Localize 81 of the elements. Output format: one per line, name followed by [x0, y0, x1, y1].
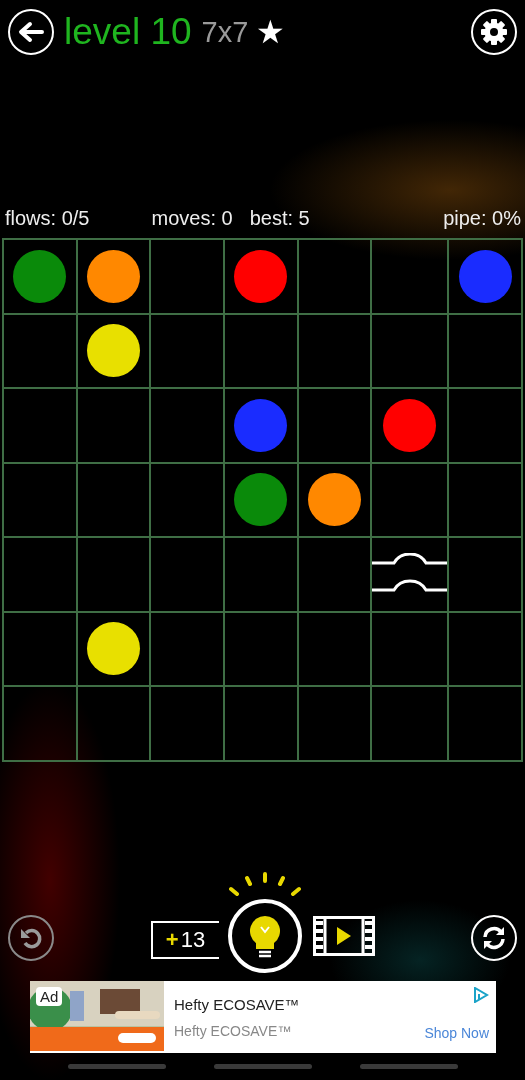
board-cell[interactable] — [448, 537, 522, 612]
board-cell[interactable] — [3, 313, 77, 388]
board-cell[interactable] — [76, 313, 151, 388]
hint-count-button[interactable]: +13 — [150, 921, 219, 959]
moves-counter: moves: 0 — [151, 206, 233, 230]
board-cell[interactable] — [297, 686, 372, 761]
pipe-percentage: pipe: 0% — [443, 206, 521, 230]
ad-choices-icon — [473, 987, 489, 1003]
nav-handle[interactable] — [359, 1064, 458, 1069]
board-cell[interactable] — [448, 239, 522, 314]
board-cell[interactable] — [371, 462, 449, 537]
board-cell[interactable] — [3, 686, 77, 761]
board-cell[interactable] — [448, 686, 522, 761]
board-cell[interactable] — [76, 611, 151, 686]
flows-counter: flows: 0/5 — [5, 206, 90, 230]
board-cell[interactable] — [448, 388, 522, 463]
board-cell[interactable] — [224, 611, 298, 686]
ad-subtitle: Hefty ECOSAVE™ — [174, 1022, 293, 1039]
nav-handle[interactable] — [67, 1064, 166, 1069]
nav-handle[interactable] — [213, 1064, 312, 1069]
board-cell[interactable] — [371, 388, 449, 463]
board-cell[interactable] — [150, 462, 224, 537]
flow-dot[interactable] — [87, 324, 140, 378]
board-cell[interactable] — [76, 462, 151, 537]
ad-banner[interactable]: Ad Hefty ECOSAVE™ Hefty ECOSAVE™ Shop Now — [30, 981, 496, 1053]
board-cell[interactable] — [297, 537, 372, 612]
board-cell[interactable] — [3, 462, 77, 537]
board-cell[interactable] — [150, 537, 224, 612]
board-cell[interactable] — [297, 462, 372, 537]
board-cell[interactable] — [224, 462, 298, 537]
board-cell[interactable] — [448, 462, 522, 537]
board-cell[interactable] — [448, 313, 522, 388]
best-score: best: 5 — [249, 206, 310, 230]
board-cell[interactable] — [150, 686, 224, 761]
grid-size: 7x7 — [201, 15, 249, 49]
board-cell[interactable] — [76, 686, 151, 761]
board-cell[interactable] — [224, 313, 298, 388]
board-cell[interactable] — [371, 537, 449, 612]
refresh-icon — [481, 925, 507, 951]
board-cell[interactable] — [3, 537, 77, 612]
board-cell[interactable] — [3, 239, 77, 314]
settings-icon — [480, 18, 508, 46]
board-cell[interactable] — [297, 611, 372, 686]
board-cell[interactable] — [150, 239, 224, 314]
board-cell[interactable] — [150, 313, 224, 388]
board-cell[interactable] — [297, 388, 372, 463]
board-cell[interactable] — [224, 239, 298, 314]
board-cell[interactable] — [371, 239, 449, 314]
flow-dot[interactable] — [87, 249, 140, 303]
level-title: level 10 — [64, 11, 192, 53]
board-cell[interactable] — [371, 686, 449, 761]
board-cell[interactable] — [3, 388, 77, 463]
board-cell[interactable] — [224, 537, 298, 612]
star-glyph: ★ — [256, 13, 286, 51]
board-cell[interactable] — [76, 388, 151, 463]
flow-dot[interactable] — [87, 622, 140, 676]
board-cell[interactable] — [3, 611, 77, 686]
restart-button[interactable] — [471, 915, 517, 961]
ad-badge: Ad — [36, 987, 63, 1006]
board-cell[interactable] — [150, 388, 224, 463]
flow-dot[interactable] — [308, 473, 361, 527]
board-cell[interactable] — [297, 239, 372, 314]
back-button[interactable] — [8, 9, 54, 55]
board-cell[interactable] — [371, 611, 449, 686]
board-cell[interactable] — [371, 313, 449, 388]
board-cell[interactable] — [448, 611, 522, 686]
ad-title: Hefty ECOSAVE™ — [174, 995, 300, 1013]
board-cell[interactable] — [224, 388, 298, 463]
board-cell[interactable] — [76, 537, 151, 612]
undo-button[interactable] — [8, 915, 54, 961]
back-arrow-icon — [18, 21, 44, 43]
shop-now-link[interactable]: Shop Now — [424, 1025, 489, 1041]
board-cell[interactable] — [224, 686, 298, 761]
watch-video-button[interactable] — [312, 916, 375, 956]
undo-icon — [19, 926, 43, 950]
game-board[interactable] — [2, 238, 523, 762]
board-cell[interactable] — [76, 239, 151, 314]
film-play-icon — [312, 916, 375, 956]
settings-button[interactable] — [471, 9, 517, 55]
board-cell[interactable] — [150, 611, 224, 686]
board-cell[interactable] — [297, 313, 372, 388]
